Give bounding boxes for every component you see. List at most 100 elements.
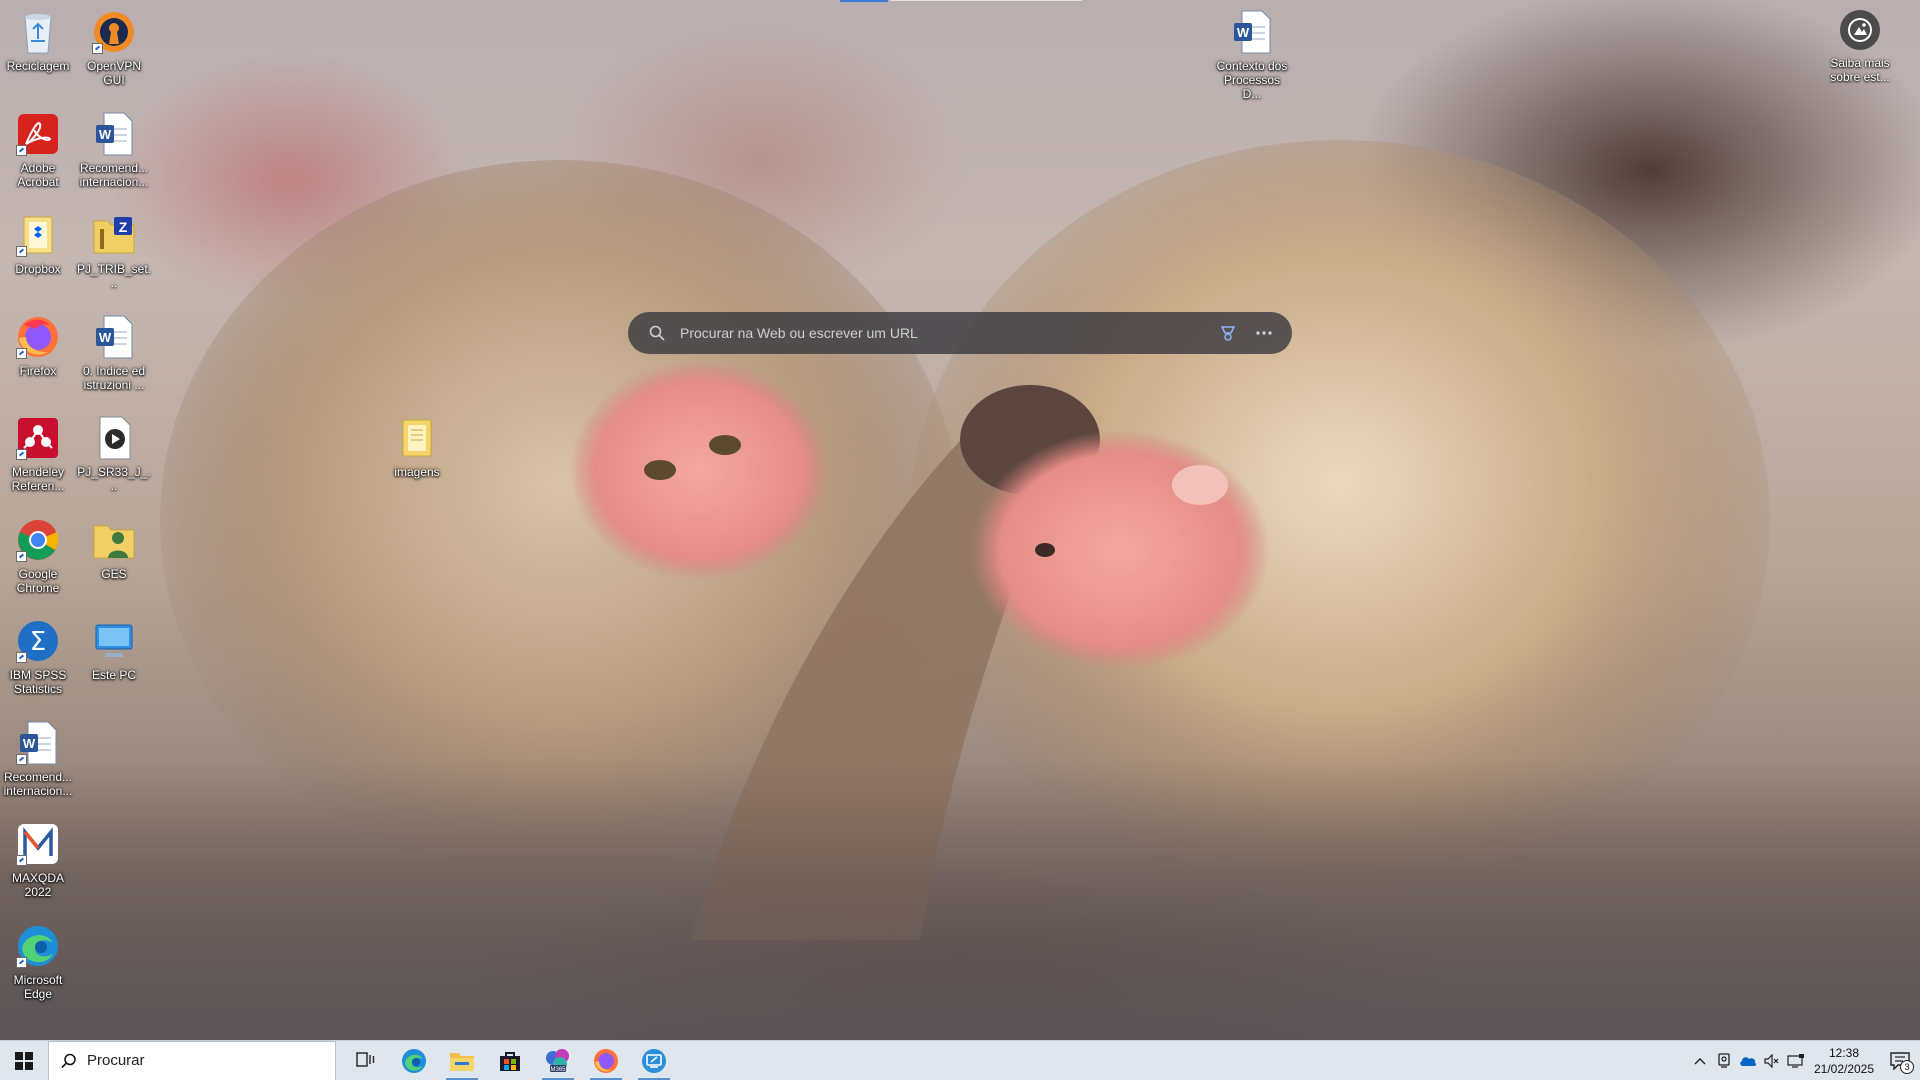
word-doc-icon: W	[14, 719, 62, 767]
desktop-icon-label: 0. Indice ed istruzioni ...	[82, 363, 146, 392]
tray-onedrive-button[interactable]	[1736, 1041, 1760, 1080]
taskbar-app-file-explorer[interactable]	[438, 1041, 486, 1080]
search-icon	[61, 1053, 77, 1069]
more-options-button[interactable]	[1250, 319, 1278, 347]
desktop-icon[interactable]: Google Chrome	[0, 516, 76, 595]
desktop-icon-label: Recomend... internacion...	[79, 160, 149, 189]
word-doc-icon: W	[1228, 8, 1276, 56]
desktop-icon-label: OpenVPN GUI	[86, 59, 142, 87]
taskbar-clock[interactable]: 12:38 21/02/2025	[1808, 1045, 1880, 1077]
desktop-icon-label: Reciclagem	[6, 59, 70, 73]
desktop-icon[interactable]: Microsoft Edge	[0, 922, 76, 1001]
desktop-icon[interactable]: PJ_SR33_J_...	[76, 414, 152, 493]
desktop-icon-label: Microsoft Edge	[13, 972, 63, 1001]
mendeley-icon	[14, 414, 62, 462]
desktop-icon[interactable]: W Recomend... internacion...	[0, 719, 76, 798]
edge-icon	[14, 922, 62, 970]
desktop-icon[interactable]: Adobe Acrobat	[0, 110, 76, 189]
desktop-icon-label: GES	[101, 566, 127, 581]
desktop-icon-label: Este PC	[91, 668, 136, 682]
show-hidden-icons-button[interactable]	[1688, 1041, 1712, 1080]
start-button[interactable]	[0, 1041, 48, 1080]
desktop-icon-contexto[interactable]: W Contexto dos Processos D...	[1214, 8, 1290, 101]
svg-text:W: W	[1237, 25, 1250, 40]
desktop-icon[interactable]: MAXQDA 2022	[0, 820, 76, 899]
user-folder-icon	[90, 516, 138, 564]
desktop-wallpaper	[0, 0, 1920, 1040]
remote-app-icon	[642, 1048, 666, 1073]
svg-text:Σ: Σ	[30, 627, 46, 657]
taskbar-app-edge[interactable]	[390, 1041, 438, 1080]
snow-monkeys-image	[0, 140, 1920, 1040]
volume-muted-icon	[1764, 1054, 1779, 1068]
desktop-icon[interactable]: W Recomend... internacion...	[76, 110, 152, 189]
firefox-icon	[14, 313, 62, 361]
tray-volume-button[interactable]	[1760, 1041, 1784, 1080]
adobe-acrobat-icon	[14, 110, 62, 158]
shortcut-arrow-icon	[16, 855, 27, 866]
desktop-icon-label: Mendeley Referen...	[11, 465, 65, 493]
tray-meet-now-button[interactable]	[1712, 1041, 1736, 1080]
desktop-icon[interactable]: OpenVPN GUI	[76, 8, 152, 87]
svg-text:W: W	[99, 127, 112, 142]
visual-search-button[interactable]	[1214, 319, 1242, 347]
dropbox-folder-icon	[14, 211, 62, 259]
desktop-icon[interactable]: Dropbox	[0, 211, 76, 276]
desktop-icon[interactable]: Z PJ_TRIB_set...	[76, 211, 152, 290]
device-icon	[1718, 1053, 1730, 1068]
shortcut-arrow-icon	[16, 753, 27, 765]
media-file-icon	[90, 414, 138, 462]
more-dots-icon	[1256, 331, 1272, 335]
m365-icon: M365	[546, 1048, 569, 1073]
network-ethernet-icon	[1787, 1054, 1804, 1068]
desktop-icon-label: IBM SPSS Statistics	[9, 668, 67, 696]
recycle-bin-icon	[14, 8, 62, 56]
store-icon	[500, 1051, 520, 1071]
svg-text:W: W	[99, 330, 112, 345]
taskbar-app-remote[interactable]	[630, 1041, 678, 1080]
web-search-input[interactable]	[680, 325, 1206, 341]
desktop-icon-label: Dropbox	[15, 262, 61, 276]
desktop-icon[interactable]: W 0. Indice ed istruzioni ...	[76, 313, 152, 392]
notification-count-badge: 3	[1900, 1060, 1914, 1074]
taskbar-search-box[interactable]: Procurar	[48, 1040, 336, 1080]
taskbar: Procurar M365 12:38 21/02/2025 3	[0, 1040, 1920, 1080]
taskbar-search-text: Procurar	[87, 1052, 145, 1069]
task-view-icon	[356, 1051, 375, 1067]
word-doc-icon: W	[90, 313, 138, 361]
desktop-icon[interactable]: Σ IBM SPSS Statistics	[0, 617, 76, 696]
task-view-button[interactable]	[342, 1041, 390, 1080]
taskbar-app-firefox[interactable]	[582, 1041, 630, 1080]
chrome-icon	[14, 516, 62, 564]
desktop-icon[interactable]: Este PC	[76, 617, 152, 682]
visual-search-icon	[1220, 326, 1236, 341]
word-doc-icon: W	[90, 110, 138, 158]
web-search-bar[interactable]	[628, 312, 1292, 354]
desktop-icon[interactable]: GES	[76, 516, 152, 581]
camera-info-icon	[1840, 10, 1880, 50]
windows-logo-icon	[15, 1051, 33, 1070]
shortcut-arrow-icon	[16, 449, 27, 460]
desktop-icon-label: MAXQDA 2022	[11, 871, 64, 899]
shortcut-arrow-icon	[16, 652, 27, 663]
taskbar-app-store[interactable]	[486, 1041, 534, 1080]
window-indicator-line-secondary	[890, 0, 1082, 1]
svg-text:M365: M365	[550, 1067, 566, 1073]
shortcut-arrow-icon	[92, 43, 103, 54]
firefox-icon	[594, 1048, 618, 1073]
shortcut-arrow-icon	[16, 246, 27, 257]
taskbar-app-microsoft-365[interactable]: M365	[534, 1041, 582, 1080]
tray-network-button[interactable]	[1784, 1041, 1808, 1080]
svg-text:Z: Z	[119, 219, 128, 235]
desktop-icon-imagens[interactable]: imagens	[379, 414, 455, 479]
desktop-icon[interactable]: Mendeley Referen...	[0, 414, 76, 493]
desktop-icon-label: Firefox	[19, 363, 57, 378]
learn-more-label: Saiba mais sobre est...	[1830, 56, 1890, 84]
desktop-icon[interactable]: Reciclagem	[0, 8, 76, 73]
learn-more-about-picture[interactable]: Saiba mais sobre est...	[1820, 10, 1900, 84]
search-icon	[648, 324, 666, 342]
edge-icon	[402, 1048, 426, 1073]
action-center-button[interactable]: 3	[1880, 1041, 1920, 1080]
desktop-icon[interactable]: Firefox	[0, 313, 76, 378]
desktop-icon-label: imagens	[394, 465, 440, 479]
